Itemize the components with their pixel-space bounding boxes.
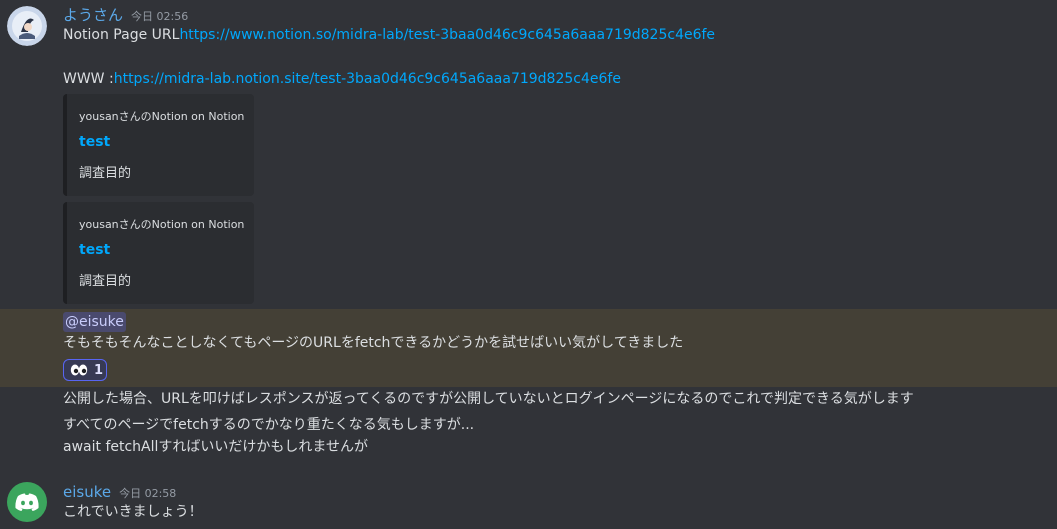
timestamp[interactable]: 今日 02:56 bbox=[131, 8, 188, 24]
avatar[interactable] bbox=[7, 6, 47, 46]
embed-title[interactable]: test bbox=[79, 134, 110, 150]
discord-icon bbox=[15, 493, 39, 511]
message-line: これでいきましょう！ bbox=[63, 504, 203, 520]
embed-title[interactable]: test bbox=[79, 242, 110, 258]
message-line: Notion Page URLhttps://www.notion.so/mid… bbox=[63, 25, 715, 45]
notion-site-link[interactable]: https://midra-lab.notion.site/test-3baa0… bbox=[114, 71, 621, 87]
username[interactable]: ようさん bbox=[63, 4, 123, 25]
embed-provider[interactable]: yousanさんのNotion on Notion bbox=[79, 216, 244, 232]
user-mention[interactable]: @eisuke bbox=[63, 312, 126, 332]
eyes-icon bbox=[70, 364, 88, 376]
reaction-count: 1 bbox=[94, 362, 104, 378]
message-header: ようさん 今日 02:56 bbox=[63, 4, 188, 25]
label-text: WWW : bbox=[63, 71, 114, 87]
message-line: await fetchAllすればいいだけかもしれませんが bbox=[63, 439, 368, 455]
avatar[interactable] bbox=[7, 482, 47, 522]
label-text: Notion Page URL bbox=[63, 27, 180, 43]
link-embed: yousanさんのNotion on Notion test 調査目的 bbox=[63, 94, 254, 196]
user-avatar-icon bbox=[7, 6, 47, 46]
username[interactable]: eisuke bbox=[63, 483, 111, 501]
message-line: 公開した場合、URLを叩けばレスポンスが返ってくるのですが公開していないとログイ… bbox=[63, 391, 914, 407]
message-line: そもそもそんなことしなくてもページのURLをfetchできるかどうかを試せばいい… bbox=[63, 335, 684, 351]
embed-provider[interactable]: yousanさんのNotion on Notion bbox=[79, 108, 244, 124]
timestamp[interactable]: 今日 02:58 bbox=[119, 485, 176, 501]
embed-description: 調査目的 bbox=[79, 274, 132, 289]
message-header: eisuke 今日 02:58 bbox=[63, 483, 176, 501]
notion-link[interactable]: https://www.notion.so/midra-lab/test-3ba… bbox=[179, 27, 715, 43]
link-embed: yousanさんのNotion on Notion test 調査目的 bbox=[63, 202, 254, 304]
reaction-button[interactable]: 1 bbox=[63, 359, 107, 381]
embed-description: 調査目的 bbox=[79, 166, 132, 181]
message-line: すべてのページでfetchするのでかなり重たくなる気もしますが... bbox=[63, 417, 475, 433]
message-line: WWW :https://midra-lab.notion.site/test-… bbox=[63, 69, 621, 89]
